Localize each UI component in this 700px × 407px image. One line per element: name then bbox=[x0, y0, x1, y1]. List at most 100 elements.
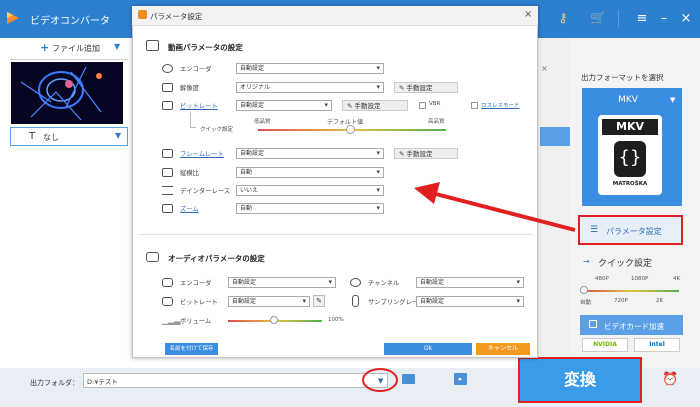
resolution-icon bbox=[162, 83, 173, 92]
pencil-icon: ✎ bbox=[399, 150, 407, 158]
audio-bitrate-edit-icon[interactable]: ✎ bbox=[313, 295, 325, 307]
quality-low-label: 低品質 bbox=[254, 119, 271, 125]
framerate-label: フレームレート bbox=[180, 151, 224, 158]
titlebar-divider bbox=[618, 10, 619, 28]
parameter-settings-label: パラメータ設定 bbox=[606, 227, 662, 236]
vbr-checkbox[interactable] bbox=[419, 102, 426, 109]
video-section-title: 動画パラメータの設定 bbox=[168, 43, 243, 52]
quality-label: クイック設定 bbox=[200, 127, 234, 133]
lossless-label: ロスレスモード bbox=[481, 103, 520, 109]
plus-icon: + bbox=[40, 41, 50, 54]
quick-settings-handle[interactable] bbox=[580, 286, 588, 294]
framerate-manual-label: 手動設定 bbox=[406, 150, 433, 158]
remove-icon[interactable]: × bbox=[541, 64, 548, 73]
intel-badge: Intel bbox=[634, 338, 680, 352]
output-folder-label: 出力フォルダ： bbox=[30, 379, 79, 387]
resolution-manual-button[interactable]: ✎ 手動設定 bbox=[394, 82, 458, 93]
aspect-select[interactable]: 自動 bbox=[236, 167, 384, 178]
bitrate-manual-button[interactable]: ✎ 手動設定 bbox=[342, 100, 408, 111]
quick-settings-slider[interactable] bbox=[584, 290, 679, 292]
matroska-logo-icon: {} bbox=[614, 141, 646, 177]
channel-select[interactable]: 自動設定 bbox=[416, 277, 524, 288]
subtitle-value: なし bbox=[43, 133, 59, 142]
dialog-close-icon[interactable]: × bbox=[524, 9, 532, 20]
audio-section-title: オーディオパラメータの設定 bbox=[168, 254, 265, 263]
parameter-settings-button[interactable]: ☰ パラメータ設定 bbox=[578, 215, 683, 245]
film-icon bbox=[162, 149, 173, 158]
add-file-button[interactable]: + ファイル追加 ▼ bbox=[10, 38, 128, 60]
speaker-icon bbox=[162, 278, 173, 287]
video-encoder-select[interactable]: 自動設定 bbox=[236, 63, 384, 74]
volume-value: 100% bbox=[328, 317, 344, 323]
quality-high-label: 高品質 bbox=[428, 119, 445, 125]
arrow-icon: → bbox=[583, 257, 590, 266]
mkv-format-icon: MKV {} MATROŠKA bbox=[598, 115, 662, 195]
aspect-label: 縦横比 bbox=[180, 170, 199, 177]
chevron-down-icon: ▼ bbox=[114, 42, 121, 51]
ok-button[interactable]: Ok bbox=[384, 343, 472, 355]
video-bitrate-label: ビットレート bbox=[180, 103, 218, 110]
gear-icon bbox=[162, 64, 173, 73]
annotation-arrow bbox=[414, 182, 576, 232]
quick-mark-720p: 720P bbox=[614, 298, 628, 304]
audio-encoder-select[interactable]: 自動設定 bbox=[228, 277, 336, 288]
dialog-app-icon bbox=[138, 10, 147, 19]
deinterlace-icon bbox=[162, 186, 173, 195]
video-bitrate-select[interactable]: 自動設定 bbox=[236, 100, 332, 111]
nvidia-badge: NVIDIA bbox=[582, 338, 628, 352]
video-thumbnail[interactable] bbox=[11, 62, 123, 124]
output-folder-input[interactable]: D:¥テスト bbox=[83, 373, 388, 388]
monitor-icon bbox=[162, 204, 173, 213]
list-selection-bar bbox=[540, 127, 570, 146]
save-as-button[interactable]: 名前を付けて保存 bbox=[165, 343, 218, 355]
matroska-text: MATROŠKA bbox=[612, 181, 648, 187]
video-settings-icon bbox=[146, 40, 159, 51]
format-name: MKV bbox=[618, 95, 638, 105]
resolution-label: 解像度 bbox=[180, 85, 199, 92]
add-file-label: ファイル追加 bbox=[52, 44, 100, 53]
cancel-button[interactable]: キャンセル bbox=[476, 343, 530, 355]
quick-mark-2k: 2K bbox=[656, 298, 664, 304]
convert-button[interactable]: 変換 bbox=[518, 357, 642, 403]
vbr-label: VBR bbox=[429, 101, 441, 107]
menu-icon[interactable]: ≡ bbox=[634, 11, 650, 27]
pencil-icon: ✎ bbox=[399, 84, 407, 92]
alarm-clock-icon[interactable]: ⏰ bbox=[662, 372, 678, 387]
quick-mark-4k: 4K bbox=[673, 276, 681, 282]
bitrate-icon bbox=[162, 101, 173, 110]
framerate-select[interactable]: 自動設定 bbox=[236, 148, 384, 159]
channel-label: チャンネル bbox=[368, 280, 400, 287]
output-format-label: 出力フォーマットを選択 bbox=[581, 73, 664, 82]
pencil-icon: ✎ bbox=[347, 102, 355, 110]
aspect-ratio-icon bbox=[162, 168, 173, 177]
folder-icon[interactable] bbox=[402, 374, 415, 384]
volume-slider-handle[interactable] bbox=[270, 316, 278, 324]
key-icon[interactable]: ⚷ bbox=[555, 11, 571, 27]
resolution-manual-label: 手動設定 bbox=[406, 84, 433, 92]
quick-mark-480p: 480P bbox=[595, 276, 609, 282]
resolution-select[interactable]: オリジナル bbox=[236, 82, 384, 93]
audio-settings-icon bbox=[146, 252, 159, 262]
minimize-icon[interactable]: – bbox=[656, 11, 672, 27]
quality-slider-handle[interactable] bbox=[346, 125, 355, 134]
dropdown-highlight bbox=[362, 368, 398, 392]
quality-default-label: デフォルト値 bbox=[327, 119, 364, 126]
subtitle-select[interactable]: T なし ▼ bbox=[10, 127, 128, 146]
audio-bitrate-icon bbox=[162, 297, 173, 306]
quality-connector bbox=[190, 113, 196, 128]
deinterlace-select[interactable]: いいえ bbox=[236, 185, 384, 196]
chevron-down-icon: ▼ bbox=[670, 96, 676, 104]
audio-bitrate-select[interactable]: 自動設定 bbox=[228, 296, 310, 307]
zoom-select[interactable]: 自動 bbox=[236, 203, 384, 214]
samplerate-select[interactable]: 自動設定 bbox=[416, 296, 524, 307]
quick-settings-title: クイック設定 bbox=[598, 259, 653, 269]
framerate-manual-button[interactable]: ✎ 手動設定 bbox=[394, 148, 458, 159]
video-encoder-label: エンコーダ bbox=[180, 66, 212, 73]
chevron-down-icon: ▼ bbox=[115, 131, 122, 140]
lossless-checkbox[interactable] bbox=[471, 102, 478, 109]
open-folder-icon[interactable]: ▸ bbox=[454, 373, 467, 385]
gpu-acceleration-button[interactable]: ビデオカード加速 bbox=[580, 315, 683, 335]
cart-icon[interactable]: 🛒 bbox=[590, 11, 606, 27]
close-icon[interactable]: × bbox=[678, 11, 694, 27]
chip-icon bbox=[589, 320, 597, 328]
